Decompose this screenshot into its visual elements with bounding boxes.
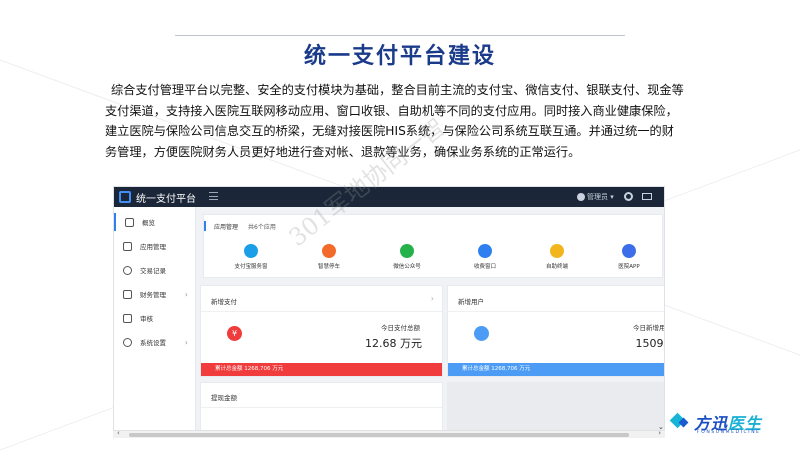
scrollbar-thumb[interactable] <box>129 433 629 437</box>
sidebar-item-label: 财务管理 <box>140 291 166 299</box>
audit-icon <box>123 313 132 323</box>
new-users-title: 新增用户 <box>458 298 484 306</box>
app-tile-label: 支付宝服务窗 <box>234 264 268 270</box>
app-tile-self-service[interactable]: 自助终端 <box>522 244 592 270</box>
menu-toggle-icon[interactable] <box>209 192 218 200</box>
platform-brand: 统一支付平台 <box>136 194 196 205</box>
kiosk-icon <box>550 244 564 258</box>
chevron-right-icon[interactable]: › <box>431 294 434 303</box>
car-icon <box>322 244 336 258</box>
sidebar-item-finance[interactable]: 财务管理 › <box>114 285 196 303</box>
chevron-right-icon: › <box>184 337 188 347</box>
app-tile-parking[interactable]: 智慧停车 <box>294 244 364 270</box>
grid-icon <box>123 241 132 251</box>
apps-card: 应用管理 共6个应用 支付宝服务窗 智慧停车 微信公众号 收费窗口 自助终端 医… <box>203 214 663 278</box>
company-logo-subtitle: FONSUNMEDICINE <box>697 430 761 435</box>
user-icon <box>474 326 489 341</box>
payment-platform-window: 统一支付平台 管理员 ▾ 概览 应用管理 交易记录 财务管理 › 审核 系统设置… <box>113 186 665 436</box>
users-total-bar: 累计总金额 1268,706 万元 <box>448 363 664 376</box>
new-payment-card: 新增支付 › ¥ 今日支付总额 12.68 万元 累计总金额 1268,706 … <box>200 285 443 377</box>
sidebar-item-label: 审核 <box>140 315 153 323</box>
window-icon <box>478 244 492 258</box>
today-users-value: 1509 位 <box>635 337 665 350</box>
apps-count: 共6个应用 <box>248 223 276 231</box>
user-menu[interactable]: 管理员 ▾ <box>577 192 614 202</box>
user-icon <box>577 193 585 201</box>
sidebar-item-label: 概览 <box>142 219 155 227</box>
app-tile-label: 智慧停车 <box>317 264 340 270</box>
today-payment-value: 12.68 万元 <box>365 337 422 350</box>
home-icon <box>125 217 134 227</box>
card-divider <box>448 311 664 312</box>
withdraw-card: 提现金额 <box>200 382 443 435</box>
app-tile-cashier-window[interactable]: 收费窗口 <box>450 244 520 270</box>
app-tile-label: 微信公众号 <box>393 264 421 270</box>
top-bar: 统一支付平台 管理员 ▾ <box>114 187 664 207</box>
scroll-left-icon[interactable]: ‹ <box>117 429 120 437</box>
card-divider <box>201 407 442 408</box>
sidebar-item-label: 应用管理 <box>140 243 166 251</box>
sidebar-item-label: 交易记录 <box>140 267 166 275</box>
wechat-icon <box>400 244 414 258</box>
finance-icon <box>123 289 132 299</box>
payment-total-bar: 累计总金额 1268,706 万元 <box>201 363 442 376</box>
app-tile-hospital-app[interactable]: 医院APP <box>594 244 664 270</box>
horizontal-scrollbar[interactable]: ‹ › <box>113 429 665 438</box>
yuan-icon: ¥ <box>227 326 242 341</box>
title-rule <box>175 35 625 36</box>
scroll-right-icon[interactable]: › <box>658 429 661 437</box>
company-logo-icon <box>672 415 690 429</box>
app-tile-wechat[interactable]: 微信公众号 <box>372 244 442 270</box>
today-users-label: 今日新增用户 <box>633 324 665 332</box>
sidebar: 概览 应用管理 交易记录 财务管理 › 审核 系统设置 › <box>114 207 196 435</box>
app-tile-label: 自助终端 <box>545 264 568 270</box>
sidebar-item-audit[interactable]: 审核 <box>114 309 196 327</box>
apps-card-header: 应用管理 共6个应用 <box>204 221 276 231</box>
platform-logo-icon <box>119 191 131 203</box>
gear-icon[interactable] <box>624 192 633 201</box>
app-icon <box>622 244 636 258</box>
app-tile-label: 收费窗口 <box>473 264 496 270</box>
slide-title: 统一支付平台建设 <box>303 44 496 69</box>
empty-panel <box>447 382 664 435</box>
sidebar-item-overview[interactable]: 概览 <box>114 213 196 231</box>
withdraw-title: 提现金额 <box>211 394 237 402</box>
today-payment-label: 今日支付总额 <box>381 324 420 332</box>
chevron-right-icon: › <box>184 289 188 299</box>
sidebar-item-settings[interactable]: 系统设置 › <box>114 333 196 351</box>
app-tile-label: 医院APP <box>618 264 640 270</box>
record-icon <box>123 265 132 275</box>
new-payment-title: 新增支付 <box>211 298 237 306</box>
slide-body-text: 综合支付管理平台以完整、安全的支付模块为基础，整合目前主流的支付宝、微信支付、银… <box>105 83 684 159</box>
apps-card-title: 应用管理 <box>214 223 239 231</box>
user-menu-label: 管理员 ▾ <box>587 193 614 201</box>
alipay-icon <box>244 244 258 258</box>
app-tile-alipay[interactable]: 支付宝服务窗 <box>216 244 286 270</box>
sidebar-item-label: 系统设置 <box>140 339 166 347</box>
card-divider <box>201 311 442 312</box>
new-users-card: 新增用户 今日新增用户 1509 位 累计总金额 1268,706 万元 <box>447 285 665 377</box>
settings-icon <box>123 337 132 347</box>
sidebar-item-app-management[interactable]: 应用管理 <box>114 237 196 255</box>
mail-icon[interactable] <box>642 193 652 200</box>
sidebar-item-transactions[interactable]: 交易记录 <box>114 261 196 279</box>
